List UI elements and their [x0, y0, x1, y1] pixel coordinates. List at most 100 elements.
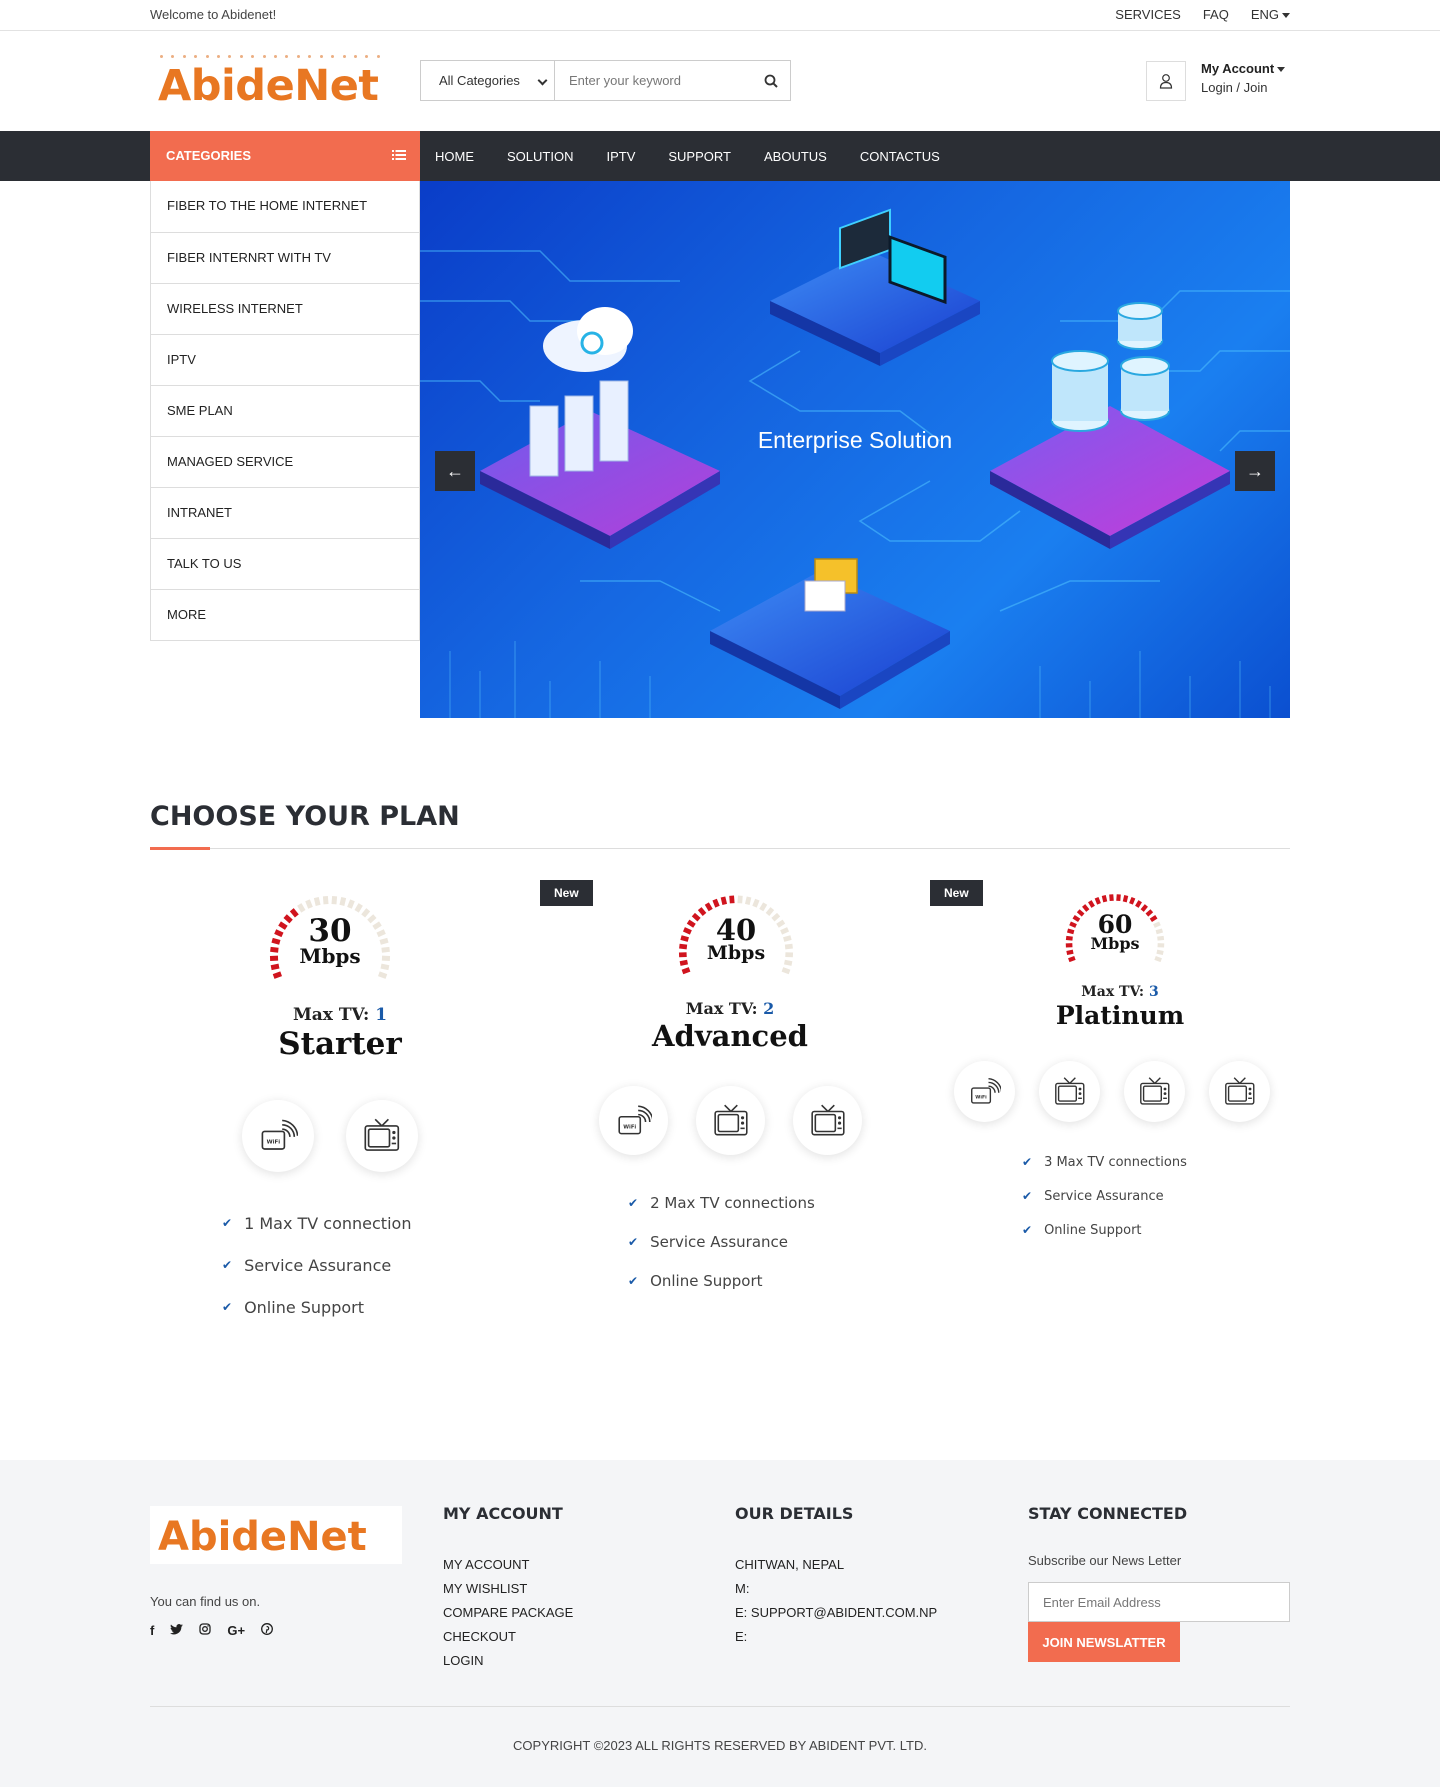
- check-icon: ✔: [1022, 1155, 1033, 1169]
- plan-name: Starter: [278, 1026, 402, 1062]
- chevron-down-icon: [537, 75, 548, 86]
- footer-our-details: OUR DETAILS CHITWAN, NEPAL M: E: SUPPORT…: [735, 1504, 937, 1649]
- social-links: f G+: [150, 1623, 274, 1638]
- plan-card-advanced[interactable]: New 40 Mbps Max TV: 2 Advanced WiFi ✔ 2 M…: [540, 875, 920, 1295]
- gauge-tick: [347, 899, 355, 909]
- logo[interactable]: AbideNet: [150, 49, 390, 119]
- newsletter-label: Subscribe our News Letter: [1028, 1553, 1182, 1568]
- account-menu[interactable]: My Account Login / Join: [1201, 61, 1286, 95]
- section-divider: [150, 848, 1290, 849]
- top-link-faq[interactable]: FAQ: [1203, 7, 1229, 22]
- account-button[interactable]: [1146, 61, 1186, 101]
- gauge-tick: [354, 903, 363, 913]
- max-tv-value: 2: [763, 999, 775, 1018]
- plan-features: ✔ 1 Max TV connection ✔ Service Assurance …: [222, 1202, 411, 1328]
- gauge-tick: [712, 898, 720, 908]
- categories-toggle[interactable]: CATEGORIES: [150, 131, 420, 181]
- sidebar-item-fiber-home[interactable]: FIBER TO THE HOME INTERNET: [151, 181, 419, 232]
- feature-item: ✔ 2 Max TV connections: [628, 1183, 815, 1222]
- gauge-tick: [297, 903, 306, 913]
- check-icon: ✔: [1022, 1223, 1033, 1237]
- twitter-icon[interactable]: [170, 1623, 184, 1638]
- feature-label: Online Support: [244, 1297, 365, 1317]
- welcome-text: Welcome to Abidenet!: [150, 7, 277, 22]
- gauge-tick: [1116, 894, 1121, 902]
- sidebar-item-wireless[interactable]: WIRELESS INTERNET: [151, 283, 419, 334]
- feature-item: ✔ 1 Max TV connection: [222, 1202, 411, 1244]
- language-selector[interactable]: ENG: [1251, 7, 1290, 22]
- facebook-icon[interactable]: f: [150, 1623, 154, 1638]
- plan-card-platinum[interactable]: New 60 Mbps Max TV: 3 Platinum WiFi ✔ 3 M…: [930, 875, 1310, 1255]
- sidebar-item-iptv[interactable]: IPTV: [151, 334, 419, 385]
- plan-features: ✔ 2 Max TV connections ✔ Service Assurance…: [628, 1183, 815, 1300]
- plan-service-icons: WiFi: [242, 1100, 418, 1172]
- gauge-tick: [1140, 904, 1148, 912]
- tv-icon: [1124, 1061, 1185, 1122]
- plan-max-tv: Max TV: 1: [150, 1005, 530, 1025]
- sidebar-item-more[interactable]: MORE: [151, 589, 419, 640]
- gauge-tick: [1088, 900, 1095, 908]
- google-plus-icon[interactable]: G+: [227, 1623, 245, 1638]
- feature-label: 3 Max TV connections: [1044, 1154, 1187, 1170]
- search-input[interactable]: [555, 61, 752, 100]
- plan-speed-unit: Mbps: [706, 942, 766, 964]
- plan-speed-unit: Mbps: [1090, 934, 1140, 953]
- plan-max-tv: Max TV: 2: [540, 999, 920, 1018]
- footer-link-compare[interactable]: COMPARE PACKAGE: [443, 1601, 573, 1625]
- gauge-tick: [380, 963, 390, 971]
- main-nav: CATEGORIES HOME SOLUTION IPTV SUPPORT AB…: [0, 131, 1440, 181]
- find-us-text: You can find us on.: [150, 1594, 261, 1609]
- footer-link-checkout[interactable]: CHECKOUT: [443, 1625, 573, 1649]
- gauge-tick: [681, 967, 691, 975]
- feature-item: ✔ Online Support: [628, 1261, 815, 1300]
- footer-link-wishlist[interactable]: MY WISHLIST: [443, 1577, 573, 1601]
- search-button[interactable]: [752, 61, 790, 100]
- gauge-tick: [331, 895, 338, 905]
- language-label: ENG: [1250, 7, 1279, 22]
- top-link-services[interactable]: SERVICES: [1115, 7, 1181, 22]
- nav-solution[interactable]: SOLUTION: [492, 149, 589, 164]
- account-title: My Account: [1201, 61, 1286, 76]
- pinterest-icon[interactable]: [261, 1623, 274, 1638]
- gauge-tick: [765, 907, 775, 916]
- plan-speed: 30: [308, 913, 352, 949]
- newsletter-email-input[interactable]: [1028, 1582, 1290, 1622]
- footer: AbideNet You can find us on. f G+ MY ACC…: [0, 1460, 1440, 1787]
- plan-card-starter[interactable]: 30 Mbps Max TV: 1 Starter WiFi ✔ 1 Max TV…: [150, 875, 530, 1317]
- check-icon: ✔: [628, 1234, 639, 1249]
- footer-link-login[interactable]: LOGIN: [443, 1649, 573, 1673]
- gauge-tick: [744, 896, 752, 905]
- new-badge: New: [930, 880, 983, 906]
- sidebar-item-intranet[interactable]: INTRANET: [151, 487, 419, 538]
- sidebar-item-talk-to-us[interactable]: TALK TO US: [151, 538, 419, 589]
- tv-icon: [1209, 1061, 1270, 1122]
- top-links: SERVICES FAQ ENG: [1115, 7, 1290, 22]
- plan-max-tv: Max TV: 3: [930, 984, 1310, 1000]
- login-join-link[interactable]: Login / Join: [1201, 80, 1285, 95]
- nav-support[interactable]: SUPPORT: [653, 149, 747, 164]
- category-select[interactable]: All Categories: [421, 61, 555, 100]
- nav-aboutus[interactable]: ABOUTUS: [749, 149, 843, 164]
- slider-prev-button[interactable]: ←: [435, 451, 475, 491]
- nav-iptv[interactable]: IPTV: [591, 149, 651, 164]
- sidebar-item-fiber-tv[interactable]: FIBER INTERNRT WITH TV: [151, 232, 419, 283]
- tv-icon: [793, 1086, 862, 1155]
- footer-stay-connected: STAY CONNECTED Subscribe our News Letter…: [1028, 1504, 1290, 1662]
- sidebar-item-managed-service[interactable]: MANAGED SERVICE: [151, 436, 419, 487]
- footer-heading: OUR DETAILS: [735, 1504, 854, 1523]
- copyright-text: COPYRIGHT ©2023 ALL RIGHTS RESERVED BY A…: [513, 1738, 927, 1753]
- plan-speed-unit: Mbps: [299, 944, 361, 968]
- instagram-icon[interactable]: [199, 1623, 211, 1638]
- nav-contactus[interactable]: CONTACTUS: [845, 149, 956, 164]
- slide-caption: Enterprise Solution: [757, 427, 953, 453]
- nav-home[interactable]: HOME: [420, 149, 490, 164]
- footer-link-my-account[interactable]: MY ACCOUNT: [443, 1553, 573, 1577]
- section-divider-accent: [150, 847, 210, 850]
- sidebar-item-sme-plan[interactable]: SME PLAN: [151, 385, 419, 436]
- footer-logo[interactable]: AbideNet: [150, 1506, 402, 1564]
- slider-next-button[interactable]: →: [1235, 451, 1275, 491]
- account-title-label: My Account: [1201, 61, 1275, 76]
- gauge-tick: [720, 896, 728, 905]
- join-newsletter-button[interactable]: JOIN NEWSLATTER: [1028, 1622, 1180, 1662]
- section-title: CHOOSE YOUR PLAN: [150, 801, 460, 832]
